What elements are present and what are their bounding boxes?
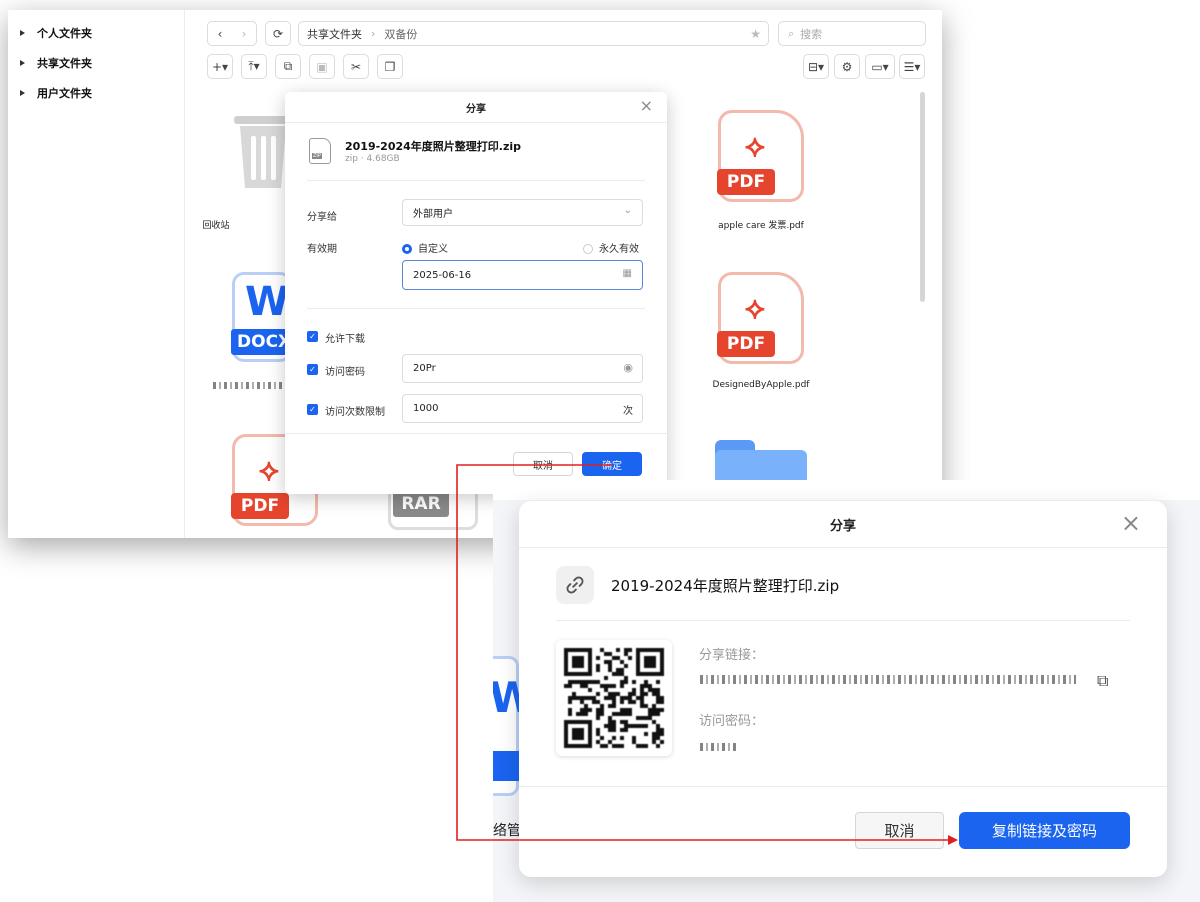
red-annotation-arrow [456,464,958,845]
